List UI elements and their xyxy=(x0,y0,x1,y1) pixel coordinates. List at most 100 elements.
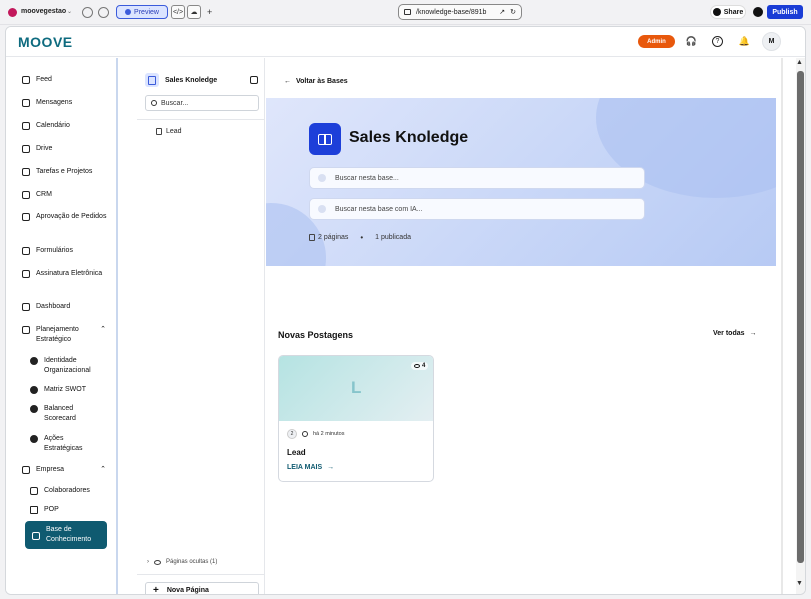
card-meta: 2 há 2 minutos xyxy=(287,429,345,439)
workspace-name[interactable]: moovegestao xyxy=(21,8,66,15)
plus-icon: + xyxy=(153,584,159,595)
open-external-icon[interactable]: ↗ xyxy=(499,8,505,16)
sidebar-subitem-label: Colaboradores xyxy=(44,487,90,494)
headphones-icon[interactable]: 🎧 xyxy=(686,36,697,47)
sidebar-item-label: Planejamento Estratégico xyxy=(36,326,79,343)
grid-icon xyxy=(30,386,38,394)
read-more-link[interactable]: LEIA MAIS → xyxy=(287,464,334,471)
sidebar-subitem-pop[interactable]: POP xyxy=(30,505,110,515)
publish-button[interactable]: Publish xyxy=(767,5,803,19)
cloud-icon[interactable]: ☁ xyxy=(187,5,201,19)
sidebar-subitem-label: Balanced Scorecard xyxy=(44,405,76,422)
page-title: Sales Knoledge xyxy=(349,129,469,146)
sidebar-subitem-identidade[interactable]: Identidade Organizacional xyxy=(30,356,110,376)
device-icon[interactable] xyxy=(404,9,411,15)
help-icon[interactable]: ? xyxy=(712,36,723,47)
preview-button[interactable]: Preview xyxy=(116,5,168,19)
chevron-up-icon[interactable]: ⌃ xyxy=(100,325,106,335)
history-icon[interactable] xyxy=(82,7,93,18)
main-sidebar: Feed Mensagens Calendário Drive Tarefas … xyxy=(6,58,118,594)
page-scrollbar-thumb[interactable] xyxy=(797,71,804,563)
book-open-icon xyxy=(309,123,341,155)
document-icon xyxy=(309,234,315,241)
document-icon xyxy=(156,128,162,135)
sidebar-item-drive[interactable]: Drive xyxy=(22,144,114,154)
eye-icon xyxy=(414,364,420,368)
share-button[interactable]: Share xyxy=(710,5,746,19)
arrow-right-icon: → xyxy=(327,464,335,471)
sidebar-subitem-swot[interactable]: Matriz SWOT xyxy=(30,385,110,395)
message-icon xyxy=(22,99,30,107)
sidebar-item-dashboard[interactable]: Dashboard xyxy=(22,302,114,312)
sidebar-subitem-base-conhecimento[interactable]: Base de Conhecimento xyxy=(25,521,107,549)
sidebar-subitem-acoes[interactable]: Ações Estratégicas xyxy=(30,434,110,454)
scroll-down-icon[interactable]: ▼ xyxy=(796,580,803,587)
sidebar-item-label: Mensagens xyxy=(36,99,73,106)
action-icon xyxy=(30,435,38,443)
divider xyxy=(137,119,265,120)
share-icon xyxy=(712,8,721,16)
workspace-logo-icon[interactable] xyxy=(8,8,17,17)
view-count: 4 xyxy=(411,362,429,370)
new-page-button[interactable]: + Nova Página xyxy=(145,582,259,595)
sidebar-item-label: Tarefas e Projetos xyxy=(36,168,93,175)
sidebar-item-assinatura[interactable]: Assinatura Eletrônica xyxy=(22,269,114,279)
sidebar-subitem-scorecard[interactable]: Balanced Scorecard xyxy=(30,404,110,424)
clock-icon xyxy=(302,431,308,437)
bell-icon[interactable]: 🔔 xyxy=(739,36,750,47)
base-search-placeholder: Buscar nesta base... xyxy=(335,174,399,182)
hidden-pages-label: Páginas ocultas (1) xyxy=(166,559,218,565)
url-text: /knowledge-base/891b xyxy=(416,8,487,16)
sidebar-item-mensagens[interactable]: Mensagens xyxy=(22,98,114,108)
published-count: 1 publicada xyxy=(375,234,411,241)
sidebar-item-crm[interactable]: CRM xyxy=(22,190,114,200)
search-icon xyxy=(151,100,157,106)
url-bar[interactable]: /knowledge-base/891b ↗ ↻ xyxy=(398,4,522,20)
view-count-value: 4 xyxy=(422,363,426,369)
admin-badge[interactable]: Admin xyxy=(638,35,675,48)
eye-off-icon xyxy=(154,559,161,565)
company-icon xyxy=(22,466,30,474)
scroll-up-icon[interactable]: ▲ xyxy=(796,59,803,66)
post-card[interactable]: L 4 2 há 2 minutos Lead LEIA MAIS → xyxy=(278,355,434,482)
dashboard-icon xyxy=(22,303,30,311)
sidebar-subitem-colaboradores[interactable]: Colaboradores xyxy=(30,486,110,496)
sidebar-item-empresa[interactable]: Empresa ⌃ xyxy=(22,465,114,475)
sidebar-item-label: Formulários xyxy=(36,247,73,254)
refresh-icon[interactable]: ↻ xyxy=(510,8,516,16)
github-icon[interactable] xyxy=(753,7,763,17)
chevron-down-icon[interactable]: ⌄ xyxy=(67,8,72,15)
sidebar-item-formularios[interactable]: Formulários xyxy=(22,246,114,256)
panel-search-placeholder: Buscar... xyxy=(161,99,189,107)
back-to-bases-link[interactable]: ← Voltar às Bases xyxy=(284,78,348,85)
main-content: ← Voltar às Bases Sales Knoledge Buscar … xyxy=(266,58,776,594)
sidebar-item-aprovacao[interactable]: Aprovação de Pedidos xyxy=(22,212,114,222)
sidebar-subitem-label: Base de Conhecimento xyxy=(46,526,92,543)
plus-icon[interactable]: + xyxy=(207,7,212,17)
content-scrollbar-track[interactable] xyxy=(781,58,783,594)
collapse-panel-icon[interactable] xyxy=(250,76,258,84)
book-icon xyxy=(32,531,40,540)
code-icon[interactable]: </> xyxy=(171,5,185,19)
users-icon xyxy=(30,487,38,495)
see-all-link[interactable]: Ver todas → xyxy=(713,330,757,337)
base-search-input[interactable]: Buscar nesta base... xyxy=(309,167,645,189)
base-stats: 2 páginas • 1 publicada xyxy=(309,233,411,242)
sidebar-item-feed[interactable]: Feed xyxy=(22,75,114,85)
card-letter: L xyxy=(351,378,362,397)
ai-search-input[interactable]: Buscar nesta base com IA... xyxy=(309,198,645,220)
panel-search-input[interactable]: Buscar... xyxy=(145,95,259,111)
chevron-up-icon[interactable]: ⌃ xyxy=(100,465,106,475)
sidebar-item-label: CRM xyxy=(36,191,52,198)
user-avatar[interactable]: M xyxy=(762,32,781,51)
sidebar-item-planejamento[interactable]: Planejamento Estratégico ⌃ xyxy=(22,325,114,345)
document-icon xyxy=(30,506,38,514)
page-item-lead[interactable]: Lead xyxy=(156,128,182,135)
moove-logo[interactable]: MOOVE xyxy=(18,34,73,50)
share-label: Share xyxy=(723,8,744,16)
preview-label: Preview xyxy=(134,8,159,16)
hidden-pages-toggle[interactable]: › Páginas ocultas (1) xyxy=(147,559,217,565)
sidebar-item-calendario[interactable]: Calendário xyxy=(22,121,114,131)
info-icon[interactable] xyxy=(98,7,109,18)
sidebar-item-tarefas[interactable]: Tarefas e Projetos xyxy=(22,167,114,177)
